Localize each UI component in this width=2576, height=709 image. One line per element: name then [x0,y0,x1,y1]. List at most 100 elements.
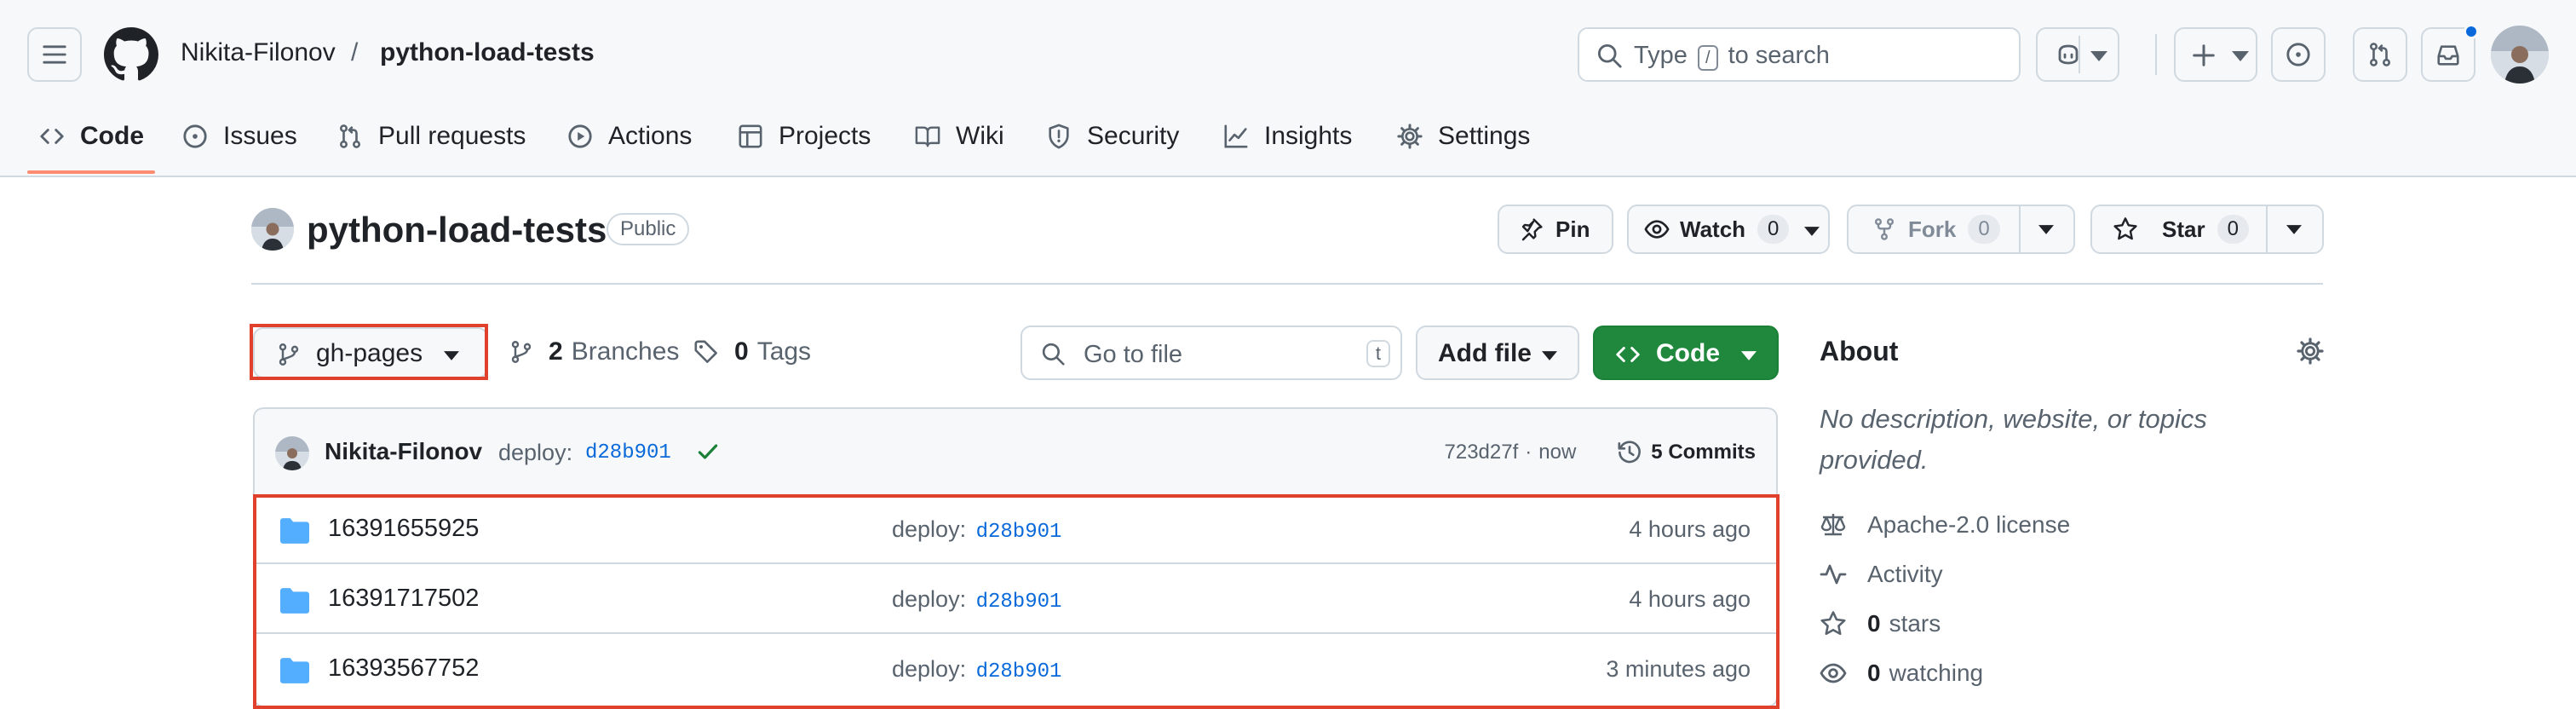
pull-requests-button[interactable] [2353,27,2407,82]
fork-label: Fork [1908,216,1957,242]
tab-security[interactable]: Security [1046,119,1179,153]
user-avatar[interactable] [2491,26,2549,84]
copilot-button[interactable] [2036,27,2119,82]
breadcrumb-owner[interactable]: Nikita-Filonov [181,36,336,70]
pin-icon [1521,218,1543,241]
code-dropdown-button[interactable]: Code [1593,326,1779,380]
check-icon[interactable] [696,440,720,464]
commit-message[interactable]: deploy: [498,440,572,466]
search-shortcut-key: / [1697,45,1718,71]
commit-short-sha[interactable]: 723d27f [1445,441,1519,464]
commit-time: now [1538,441,1577,464]
tab-label: Settings [1438,122,1531,150]
avatar-photo-icon [251,208,294,251]
watch-count: 0 [1757,215,1790,244]
copilot-divider [2079,36,2080,73]
git-branch-icon [511,341,532,363]
repo-owner-avatar[interactable] [251,208,294,251]
eye-icon [1644,220,1670,239]
create-new-button[interactable] [2174,27,2257,82]
menu-button[interactable] [27,27,82,82]
tab-label: Actions [608,122,693,150]
commit-author-avatar[interactable] [275,436,309,470]
license-label: Apache-2.0 license [1867,511,2071,538]
play-icon [568,124,592,148]
book-icon [915,126,940,147]
tab-label: Projects [779,122,871,150]
tab-pull-requests[interactable]: Pull requests [337,119,526,153]
watch-button[interactable]: Watch 0 [1627,205,1830,254]
search-suffix: to search [1728,42,1830,69]
tab-label: Issues [223,122,297,150]
commits-count-label: 5 Commits [1651,441,1756,464]
stars-link[interactable]: 0 stars [1820,610,1941,637]
tab-wiki[interactable]: Wiki [915,119,1004,153]
tab-settings[interactable]: Settings [1397,119,1530,153]
commit-meta: 723d27f · now 5 Commits [1445,440,1757,465]
branches-link[interactable]: 2 Branches [509,337,679,366]
tab-label: Security [1087,122,1180,150]
issue-opened-icon [2286,43,2310,66]
add-file-button[interactable]: Add file [1416,326,1579,380]
chevron-down-icon [2090,51,2107,61]
fork-dropdown-divider [2019,205,2021,254]
commit-sha-link[interactable]: d28b901 [585,441,671,464]
law-icon [1820,514,1846,536]
issue-opened-icon [183,124,207,148]
app-header: Nikita-Filonov / python-load-tests Type … [0,0,2576,177]
github-mark-icon [104,27,158,81]
chevron-down-icon [1804,227,1820,236]
latest-commit-bar: Nikita-Filonov deploy: d28b901 723d27f ·… [253,407,1778,494]
pulse-icon [1820,564,1847,585]
tab-label: Insights [1264,122,1353,150]
tags-label: Tags [756,337,812,366]
watchers-link[interactable]: 0 watching [1820,660,1983,687]
history-icon [1618,441,1642,464]
gear-icon[interactable] [2297,337,2324,365]
global-search-input[interactable]: Type / to search [1578,27,2021,82]
tab-issues[interactable]: Issues [182,119,297,153]
tab-code[interactable]: Code [39,119,144,153]
eye-icon [1820,663,1847,683]
meta-separator: · [1525,441,1532,464]
github-logo[interactable] [104,27,158,82]
commit-author[interactable]: Nikita-Filonov [325,438,482,465]
chevron-down-icon [2232,51,2249,61]
tab-label: Pull requests [378,122,526,150]
git-pull-request-icon [339,124,361,148]
chevron-down-icon [1741,351,1757,360]
tab-insights[interactable]: Insights [1223,119,1352,153]
commits-history-link[interactable]: 5 Commits [1617,440,1756,465]
breadcrumb-separator: / [351,38,359,66]
activity-link[interactable]: Activity [1820,561,1943,588]
pin-button[interactable]: Pin [1498,205,1613,254]
tab-actions[interactable]: Actions [567,119,692,153]
repo-forked-icon [1874,218,1895,240]
tags-link[interactable]: 0 Tags [693,337,811,366]
license-link[interactable]: Apache-2.0 license [1820,511,2070,539]
stars-label: stars [1889,610,1941,637]
add-file-label: Add file [1438,339,1532,367]
file-list-highlight [253,494,1780,709]
hamburger-icon [43,45,66,64]
star-dropdown-chevron-icon[interactable] [2286,225,2302,234]
star-dropdown-divider [2266,205,2268,254]
code-icon [1616,347,1640,362]
table-icon [739,124,762,148]
graph-icon [1224,124,1248,148]
branches-count: 2 [549,337,563,366]
repo-title[interactable]: python-load-tests [307,208,607,252]
fork-dropdown-chevron-icon[interactable] [2038,225,2054,234]
pin-label: Pin [1555,216,1590,242]
branches-label: Branches [571,337,680,366]
about-heading: About [1820,336,1899,366]
go-to-file-input[interactable]: Go to file t [1021,326,1402,380]
plus-icon [2193,44,2215,66]
tab-projects[interactable]: Projects [738,119,871,153]
breadcrumb-repo[interactable]: python-load-tests [380,36,595,70]
tag-icon [694,340,717,363]
issues-button[interactable] [2271,27,2326,82]
gear-icon [1397,124,1423,149]
stars-count: 0 [1867,610,1881,637]
active-tab-indicator [27,170,155,174]
